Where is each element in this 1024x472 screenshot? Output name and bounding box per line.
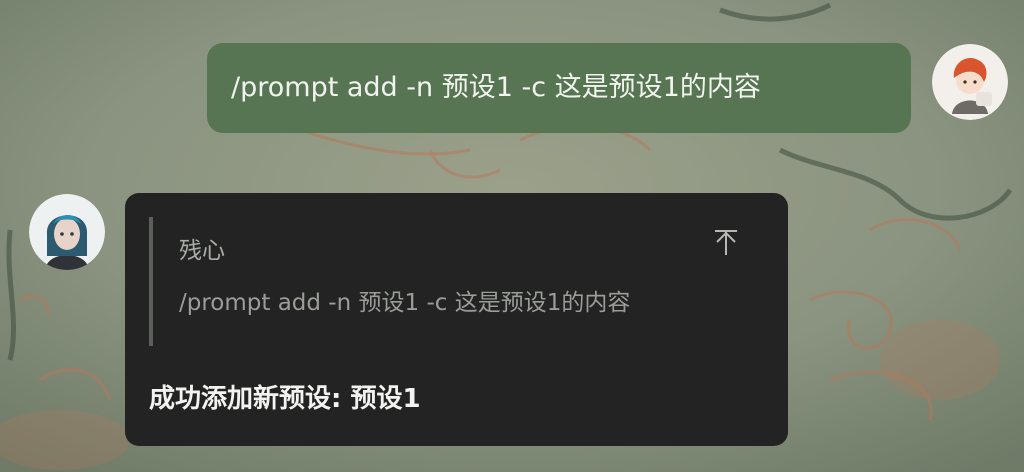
outgoing-message-text: /prompt add -n 预设1 -c 这是预设1的内容 (231, 72, 761, 103)
quote-author: 残心 (179, 238, 225, 264)
reply-text: 成功添加新预设: 预设1 (149, 384, 421, 414)
user-avatar[interactable] (932, 44, 1008, 120)
quoted-message[interactable]: 残心 /prompt add -n 预设1 -c 这是预设1的内容 (149, 217, 753, 346)
jump-to-top-icon[interactable] (711, 227, 741, 257)
outgoing-message-bubble[interactable]: /prompt add -n 预设1 -c 这是预设1的内容 (207, 43, 911, 133)
quote-text: /prompt add -n 预设1 -c 这是预设1的内容 (179, 290, 631, 316)
incoming-message-bubble[interactable]: 残心 /prompt add -n 预设1 -c 这是预设1的内容 成功添加新预… (125, 193, 788, 446)
bot-avatar[interactable] (29, 194, 105, 270)
